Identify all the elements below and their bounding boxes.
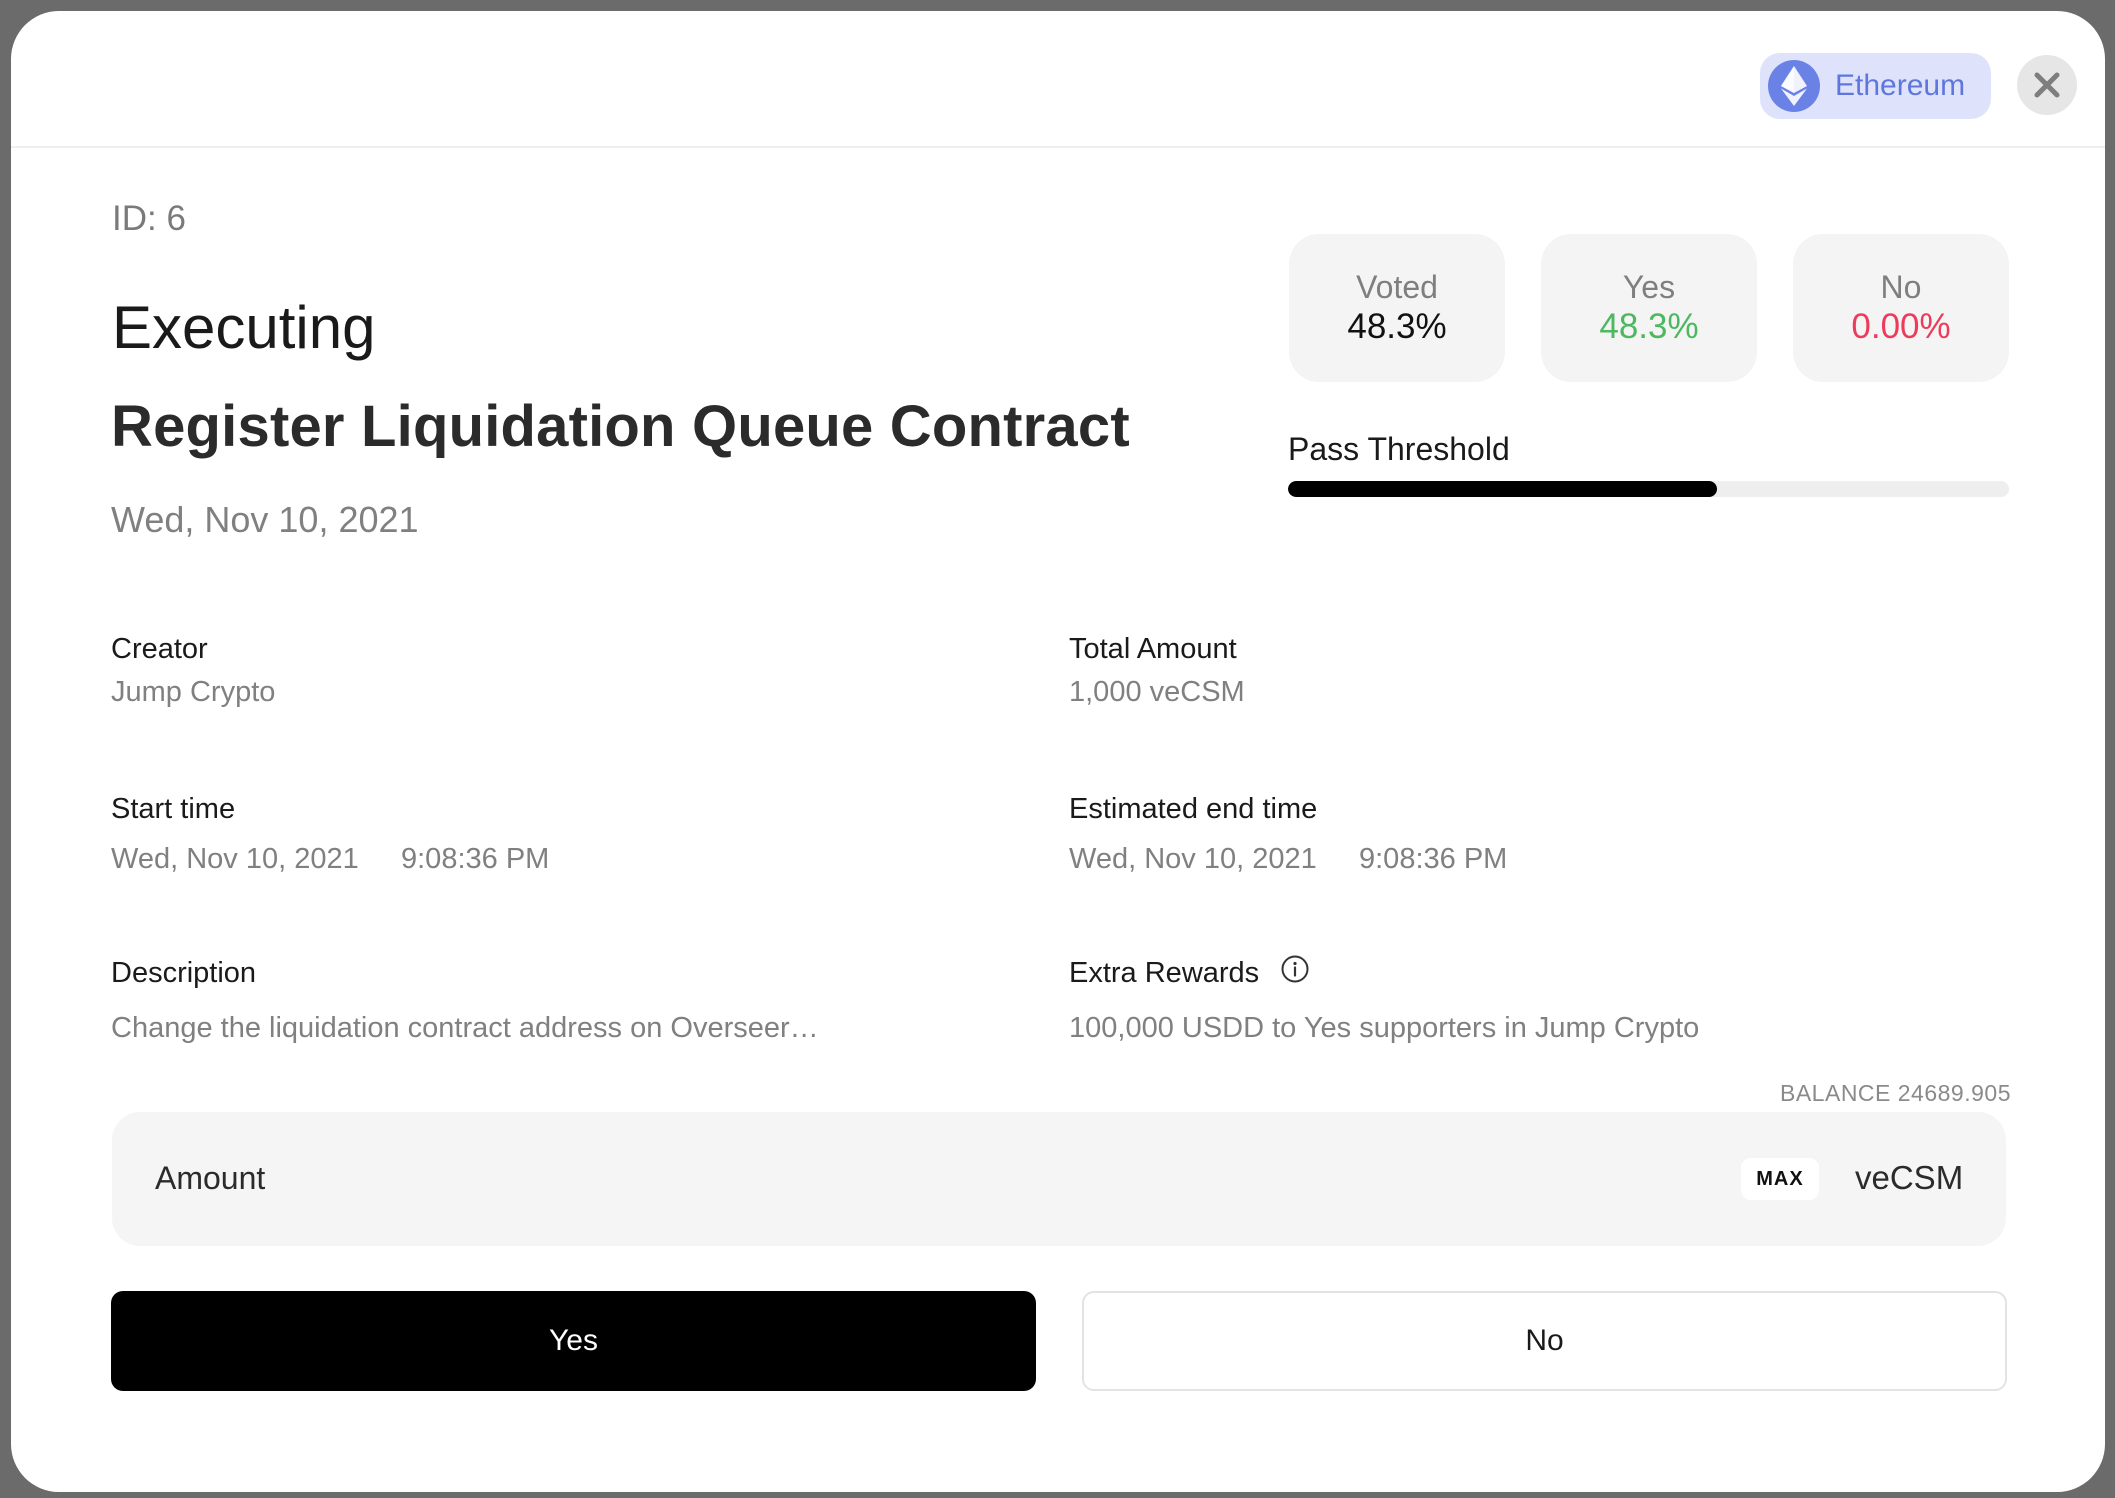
amount-unit: veCSM [1855,1159,1964,1196]
proposal-id: ID: 6 [112,199,186,238]
proposal-title: Register Liquidation Queue Contract [111,394,1130,459]
end-time-label: Estimated end time [1069,793,1318,825]
end-time-date: Wed, Nov 10, 2021 [1069,843,1317,875]
vote-no-button[interactable]: No [1082,1291,2007,1391]
proposal-date: Wed, Nov 10, 2021 [111,499,419,540]
description-value: Change the liquidation contract address … [111,1012,819,1044]
start-time-label: Start time [111,793,236,825]
start-time-time: 9:08:36 PM [401,843,550,875]
stat-card-no: No 0.00% [1793,234,2009,382]
amount-label: Amount [155,1160,266,1196]
info-icon[interactable] [1281,955,1309,983]
network-selector[interactable]: Ethereum [1760,53,1991,119]
stat-title: Voted [1356,269,1438,305]
stat-title: Yes [1622,269,1676,305]
extra-rewards-value: 100,000 USDD to Yes supporters in Jump C… [1069,1012,1700,1044]
balance-label: BALANCE 24689.905 [1780,1080,2011,1106]
network-label: Ethereum [1835,69,1966,102]
proposal-status: Executing [112,294,376,361]
close-icon [2034,72,2060,98]
stat-value: 48.3% [1599,307,1699,346]
stat-card-voted: Voted 48.3% [1289,234,1505,382]
total-amount-value: 1,000 veCSM [1069,676,1245,708]
total-amount-label: Total Amount [1069,633,1237,665]
pass-threshold-fill [1288,481,1717,497]
extra-rewards-label: Extra Rewards [1069,957,1260,989]
pass-threshold-bar [1288,481,2009,497]
stat-title: No [1880,269,1922,305]
close-button[interactable] [2017,55,2077,115]
start-time-date: Wed, Nov 10, 2021 [111,843,359,875]
modal-header: Ethereum [11,11,2105,148]
proposal-modal: Ethereum ID: 6 Executing Register Liquid… [11,11,2105,1492]
stat-value: 48.3% [1347,307,1447,346]
pass-threshold-label: Pass Threshold [1288,431,1510,467]
max-button[interactable]: MAX [1741,1158,1819,1200]
description-label: Description [111,957,257,989]
creator-label: Creator [111,633,208,665]
ethereum-icon [1768,60,1820,112]
end-time-time: 9:08:36 PM [1359,843,1508,875]
creator-value: Jump Crypto [111,676,276,708]
stat-value: 0.00% [1851,307,1951,346]
stat-card-yes: Yes 48.3% [1541,234,1757,382]
vote-yes-button[interactable]: Yes [111,1291,1036,1391]
amount-input[interactable]: Amount MAX veCSM [112,1112,2006,1246]
